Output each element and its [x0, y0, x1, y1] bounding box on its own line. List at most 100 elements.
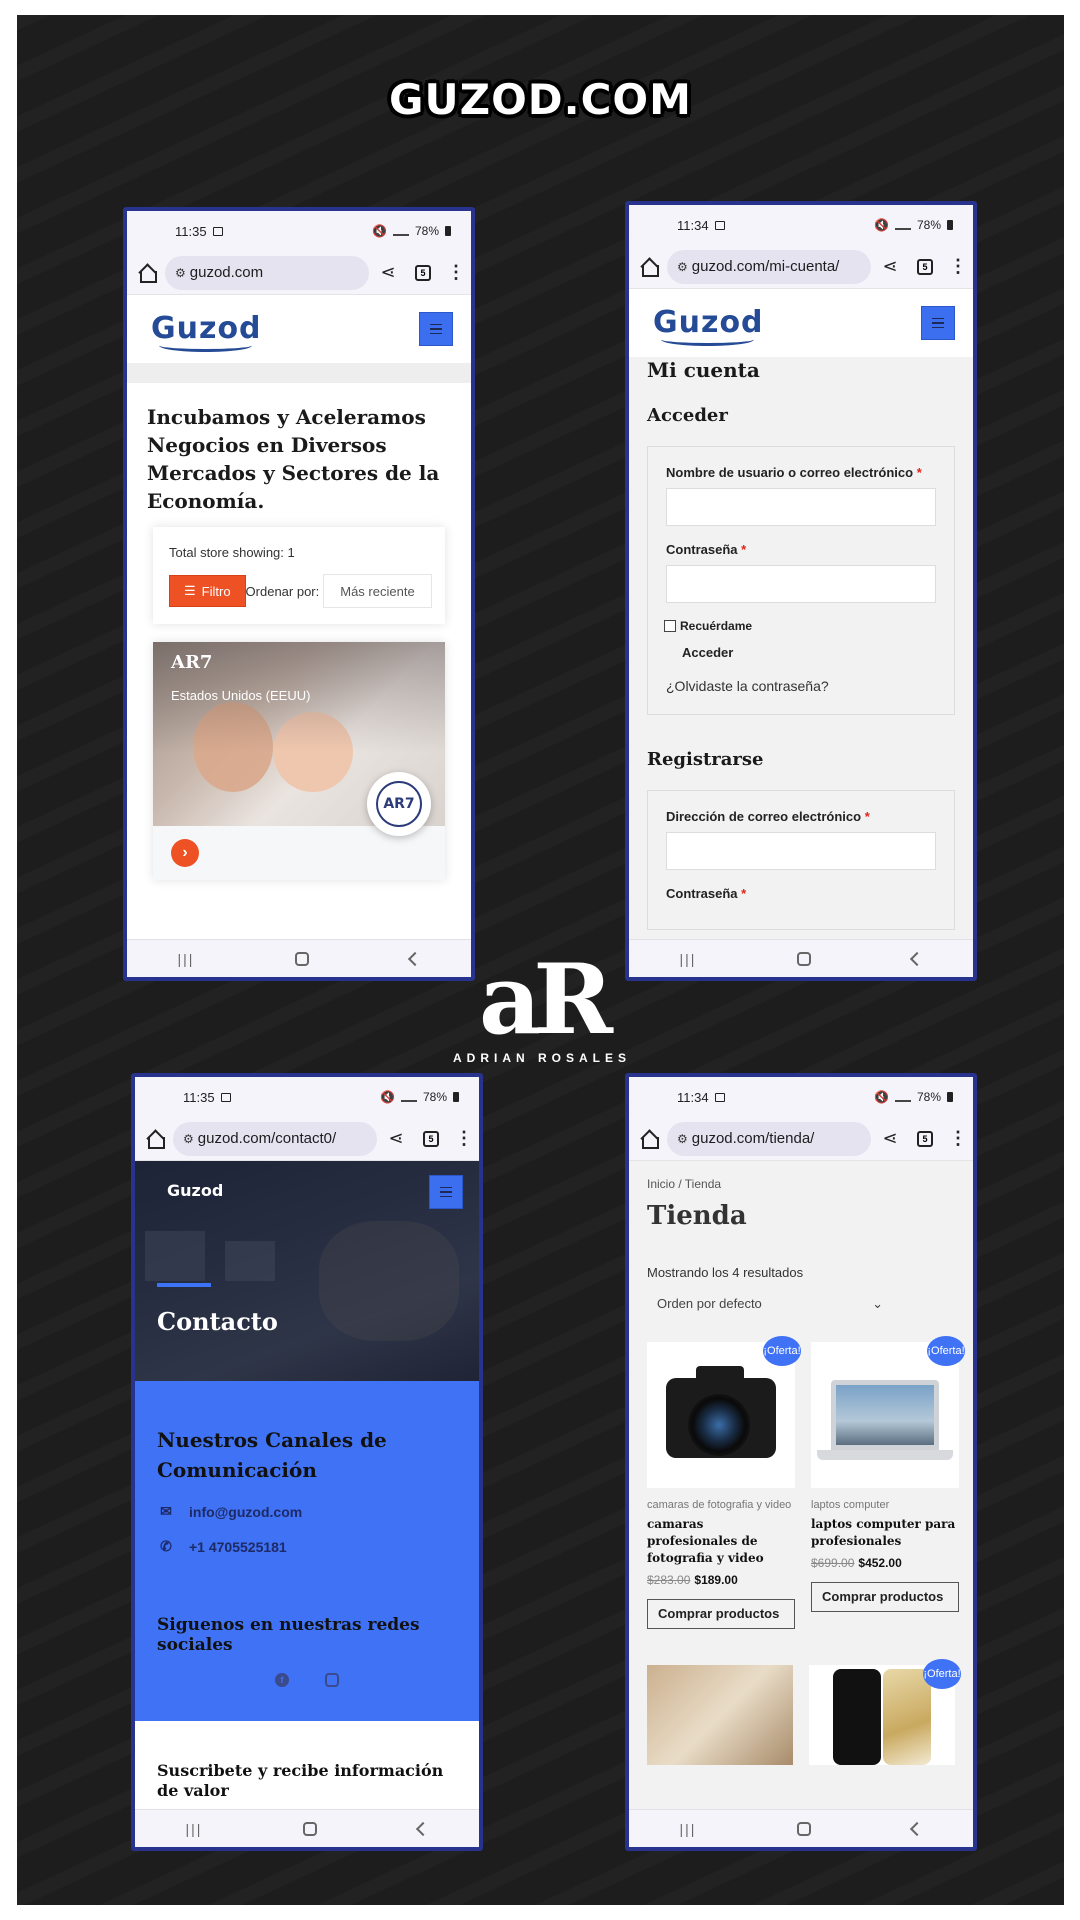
facebook-icon[interactable]: f — [275, 1673, 289, 1687]
phone-row[interactable]: ✆ +1 4705525181 — [157, 1538, 457, 1555]
share-icon[interactable]: ⋖ — [879, 256, 901, 277]
clock: 11:34 — [677, 217, 709, 233]
site-settings-icon[interactable]: ⚙ — [677, 260, 688, 274]
back-icon[interactable] — [416, 1821, 431, 1836]
password-input[interactable] — [666, 565, 936, 603]
social-links: f — [157, 1673, 457, 1687]
product-image[interactable]: ¡Oferta! — [647, 1336, 801, 1488]
product-category[interactable]: laptos computer — [811, 1498, 959, 1512]
home-icon[interactable] — [145, 1129, 165, 1149]
address-bar[interactable]: ⚙ guzod.com/contact0/ — [173, 1121, 377, 1156]
nav-home-icon[interactable] — [295, 951, 310, 966]
product-name[interactable]: camaras profesionales de fotografia y vi… — [647, 1516, 795, 1567]
hamburger-menu-button[interactable] — [419, 312, 453, 346]
book-product-image[interactable] — [647, 1665, 793, 1765]
guzod-logo[interactable]: Guzod — [653, 308, 764, 346]
email-row[interactable]: ✉ info@guzod.com — [157, 1503, 457, 1520]
laptop-image — [831, 1380, 939, 1450]
home-icon[interactable] — [137, 263, 157, 283]
share-icon[interactable]: ⋖ — [879, 1128, 901, 1149]
tabs-icon[interactable]: 5 — [917, 1130, 933, 1147]
smartphone-product-image[interactable]: ¡Oferta! — [809, 1659, 961, 1765]
recent-apps-icon[interactable]: ||| — [178, 951, 195, 967]
home-icon[interactable] — [639, 257, 659, 277]
guzod-logo-white[interactable]: Guzod — [167, 1181, 223, 1200]
back-icon[interactable] — [910, 951, 925, 966]
nav-home-icon[interactable] — [797, 1821, 812, 1836]
browser-toolbar: ⚙ guzod.com/contact0/ ⋖ 5 ⋮ — [135, 1117, 479, 1161]
username-input[interactable] — [666, 488, 936, 526]
more-menu-icon[interactable]: ⋮ — [949, 256, 967, 277]
url-text: guzod.com/tienda/ — [691, 1130, 815, 1147]
more-menu-icon[interactable]: ⋮ — [447, 262, 465, 283]
product-grid-row-2: ¡Oferta! — [647, 1659, 961, 1765]
browser-toolbar: ⚙ guzod.com/tienda/ ⋖ 5 ⋮ — [629, 1117, 973, 1161]
store-count: Total store showing: 1 — [169, 545, 295, 560]
share-icon[interactable]: ⋖ — [377, 262, 399, 283]
android-nav-bar: ||| — [135, 1809, 479, 1847]
product-card[interactable]: ¡Oferta! laptos computer laptos computer… — [811, 1336, 965, 1629]
login-button[interactable]: Acceder — [682, 645, 936, 660]
page-title: Tienda — [647, 1201, 747, 1231]
phone-home: 11:35 🔇 78% ⚙ guzod.com ⋖ 5 ⋮ Guzod Incuba… — [123, 207, 475, 981]
chevron-right-icon[interactable]: › — [171, 839, 199, 867]
phone-icon: ✆ — [160, 1538, 172, 1554]
username-label: Nombre de usuario o correo electrónico * — [666, 465, 922, 480]
order-select[interactable]: Más reciente — [323, 574, 432, 608]
divider-band — [127, 363, 471, 383]
signal-icon — [400, 1092, 417, 1102]
store-card[interactable]: AR7 Estados Unidos (EEUU) AR7 › — [153, 642, 445, 880]
address-bar[interactable]: ⚙ guzod.com/mi-cuenta/ — [667, 249, 871, 284]
store-avatar-logo: AR7 — [376, 781, 422, 827]
sale-price: $189.00 — [694, 1573, 738, 1587]
mute-icon: 🔇 — [874, 1090, 889, 1104]
share-icon[interactable]: ⋖ — [385, 1128, 407, 1149]
email-input[interactable] — [666, 832, 936, 870]
hamburger-menu-button[interactable] — [921, 306, 955, 340]
account-content: Mi cuenta Acceder Nombre de usuario o co… — [629, 357, 973, 977]
tabs-icon[interactable]: 5 — [917, 258, 933, 275]
back-icon[interactable] — [910, 1821, 925, 1836]
recent-apps-icon[interactable]: ||| — [186, 1821, 203, 1837]
tabs-icon[interactable]: 5 — [423, 1130, 439, 1147]
status-bar: 11:34 🔇 78% — [629, 205, 973, 245]
phone-shop: 11:34 🔇 78% ⚙ guzod.com/tienda/ ⋖ 5 ⋮ Inic… — [625, 1073, 977, 1851]
clock: 11:34 — [677, 1089, 709, 1105]
breadcrumb[interactable]: Inicio / Tienda — [647, 1177, 955, 1191]
accent-line — [157, 1283, 211, 1287]
buy-button[interactable]: Comprar productos — [647, 1599, 795, 1629]
instagram-icon[interactable] — [325, 1673, 339, 1687]
product-card[interactable]: ¡Oferta! camaras de fotografia y video c… — [647, 1336, 801, 1629]
remember-me[interactable]: Recuérdame — [664, 619, 936, 633]
home-icon[interactable] — [639, 1129, 659, 1149]
product-category[interactable]: camaras de fotografia y video — [647, 1498, 795, 1512]
channels-heading: Nuestros Canales de Comunicación — [157, 1428, 387, 1482]
email-link[interactable]: info@guzod.com — [189, 1504, 302, 1520]
site-settings-icon[interactable]: ⚙ — [183, 1132, 194, 1146]
site-settings-icon[interactable]: ⚙ — [175, 266, 186, 280]
sort-select[interactable]: Orden por defecto ⌄ — [647, 1296, 883, 1312]
hamburger-menu-button[interactable] — [429, 1175, 463, 1209]
more-menu-icon[interactable]: ⋮ — [949, 1128, 967, 1149]
site-header: Guzod — [629, 289, 973, 357]
page-title: Mi cuenta — [647, 358, 760, 382]
remember-checkbox[interactable] — [664, 620, 676, 632]
product-image[interactable]: ¡Oferta! — [811, 1336, 965, 1488]
nav-home-icon[interactable] — [797, 951, 812, 966]
recent-apps-icon[interactable]: ||| — [680, 951, 697, 967]
guzod-logo[interactable]: Guzod — [151, 314, 262, 352]
recent-apps-icon[interactable]: ||| — [680, 1821, 697, 1837]
forgot-password-link[interactable]: ¿Olvidaste la contraseña? — [666, 678, 936, 694]
nav-home-icon[interactable] — [303, 1821, 318, 1836]
more-menu-icon[interactable]: ⋮ — [455, 1128, 473, 1149]
address-bar[interactable]: ⚙ guzod.com/tienda/ — [667, 1121, 871, 1156]
phone-link[interactable]: +1 4705525181 — [189, 1539, 287, 1555]
buy-button[interactable]: Comprar productos — [811, 1582, 959, 1612]
site-settings-icon[interactable]: ⚙ — [677, 1132, 688, 1146]
store-filter-box: Total store showing: 1 ☰ Filtro Ordenar p… — [153, 527, 445, 624]
filter-button[interactable]: ☰ Filtro — [169, 575, 246, 607]
email-label: Dirección de correo electrónico * — [666, 809, 870, 824]
address-bar[interactable]: ⚙ guzod.com — [165, 255, 369, 290]
tabs-icon[interactable]: 5 — [415, 264, 431, 281]
product-name[interactable]: laptos computer para profesionales — [811, 1516, 959, 1550]
